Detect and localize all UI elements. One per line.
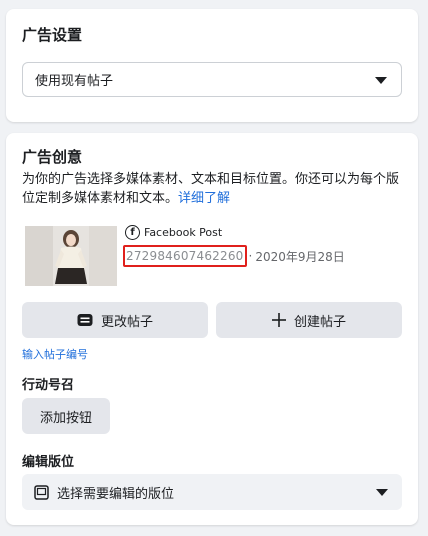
post-date: 2020年9月28日 bbox=[255, 249, 345, 264]
learn-more-link[interactable]: 详细了解 bbox=[178, 191, 230, 206]
ad-settings-title: 广告设置 bbox=[22, 26, 83, 44]
ad-settings-card: 广告设置 使用现有帖子 bbox=[6, 9, 418, 122]
change-post-button[interactable]: 更改帖子 bbox=[22, 302, 208, 338]
enter-post-id-link[interactable]: 输入帖子编号 bbox=[22, 346, 88, 362]
post-source-select-value: 使用现有帖子 bbox=[35, 74, 114, 89]
post-thumbnail bbox=[25, 226, 117, 286]
ad-creative-card: 广告创意 为你的广告选择多媒体素材、文本和目标位置。你还可以为每个版位定制多媒体… bbox=[6, 133, 418, 525]
add-button-label: 添加按钮 bbox=[39, 410, 92, 426]
facebook-circle-icon: f bbox=[125, 225, 140, 240]
add-button[interactable]: 添加按钮 bbox=[22, 398, 110, 434]
meta-separator: · bbox=[248, 249, 253, 263]
placement-square-icon bbox=[34, 484, 49, 500]
ad-creative-description: 为你的广告选择多媒体素材、文本和目标位置。你还可以为每个版位定制多媒体素材和文本… bbox=[22, 170, 406, 208]
post-source-select[interactable]: 使用现有帖子 bbox=[22, 62, 402, 97]
caret-down-icon bbox=[375, 76, 387, 84]
create-post-label: 创建帖子 bbox=[293, 314, 346, 330]
post-type-label: Facebook Post bbox=[144, 226, 223, 239]
post-thumbnail-image bbox=[25, 226, 117, 286]
post-card-icon bbox=[77, 313, 93, 327]
edit-placement-label: 编辑版位 bbox=[22, 455, 75, 470]
post-meta-row: 272984607462260 · 2020年9月28日 bbox=[123, 245, 345, 267]
call-to-action-label: 行动号召 bbox=[22, 378, 75, 393]
create-post-button[interactable]: 创建帖子 bbox=[216, 302, 402, 338]
ad-creative-title: 广告创意 bbox=[22, 148, 83, 166]
placement-select-value: 选择需要编辑的版位 bbox=[57, 486, 175, 502]
post-id: 272984607462260 bbox=[123, 245, 247, 267]
change-post-label: 更改帖子 bbox=[100, 314, 153, 330]
plus-icon bbox=[271, 313, 286, 327]
post-type-row: f Facebook Post bbox=[125, 225, 222, 240]
placement-select[interactable]: 选择需要编辑的版位 bbox=[22, 474, 402, 510]
caret-down-icon bbox=[376, 489, 388, 496]
